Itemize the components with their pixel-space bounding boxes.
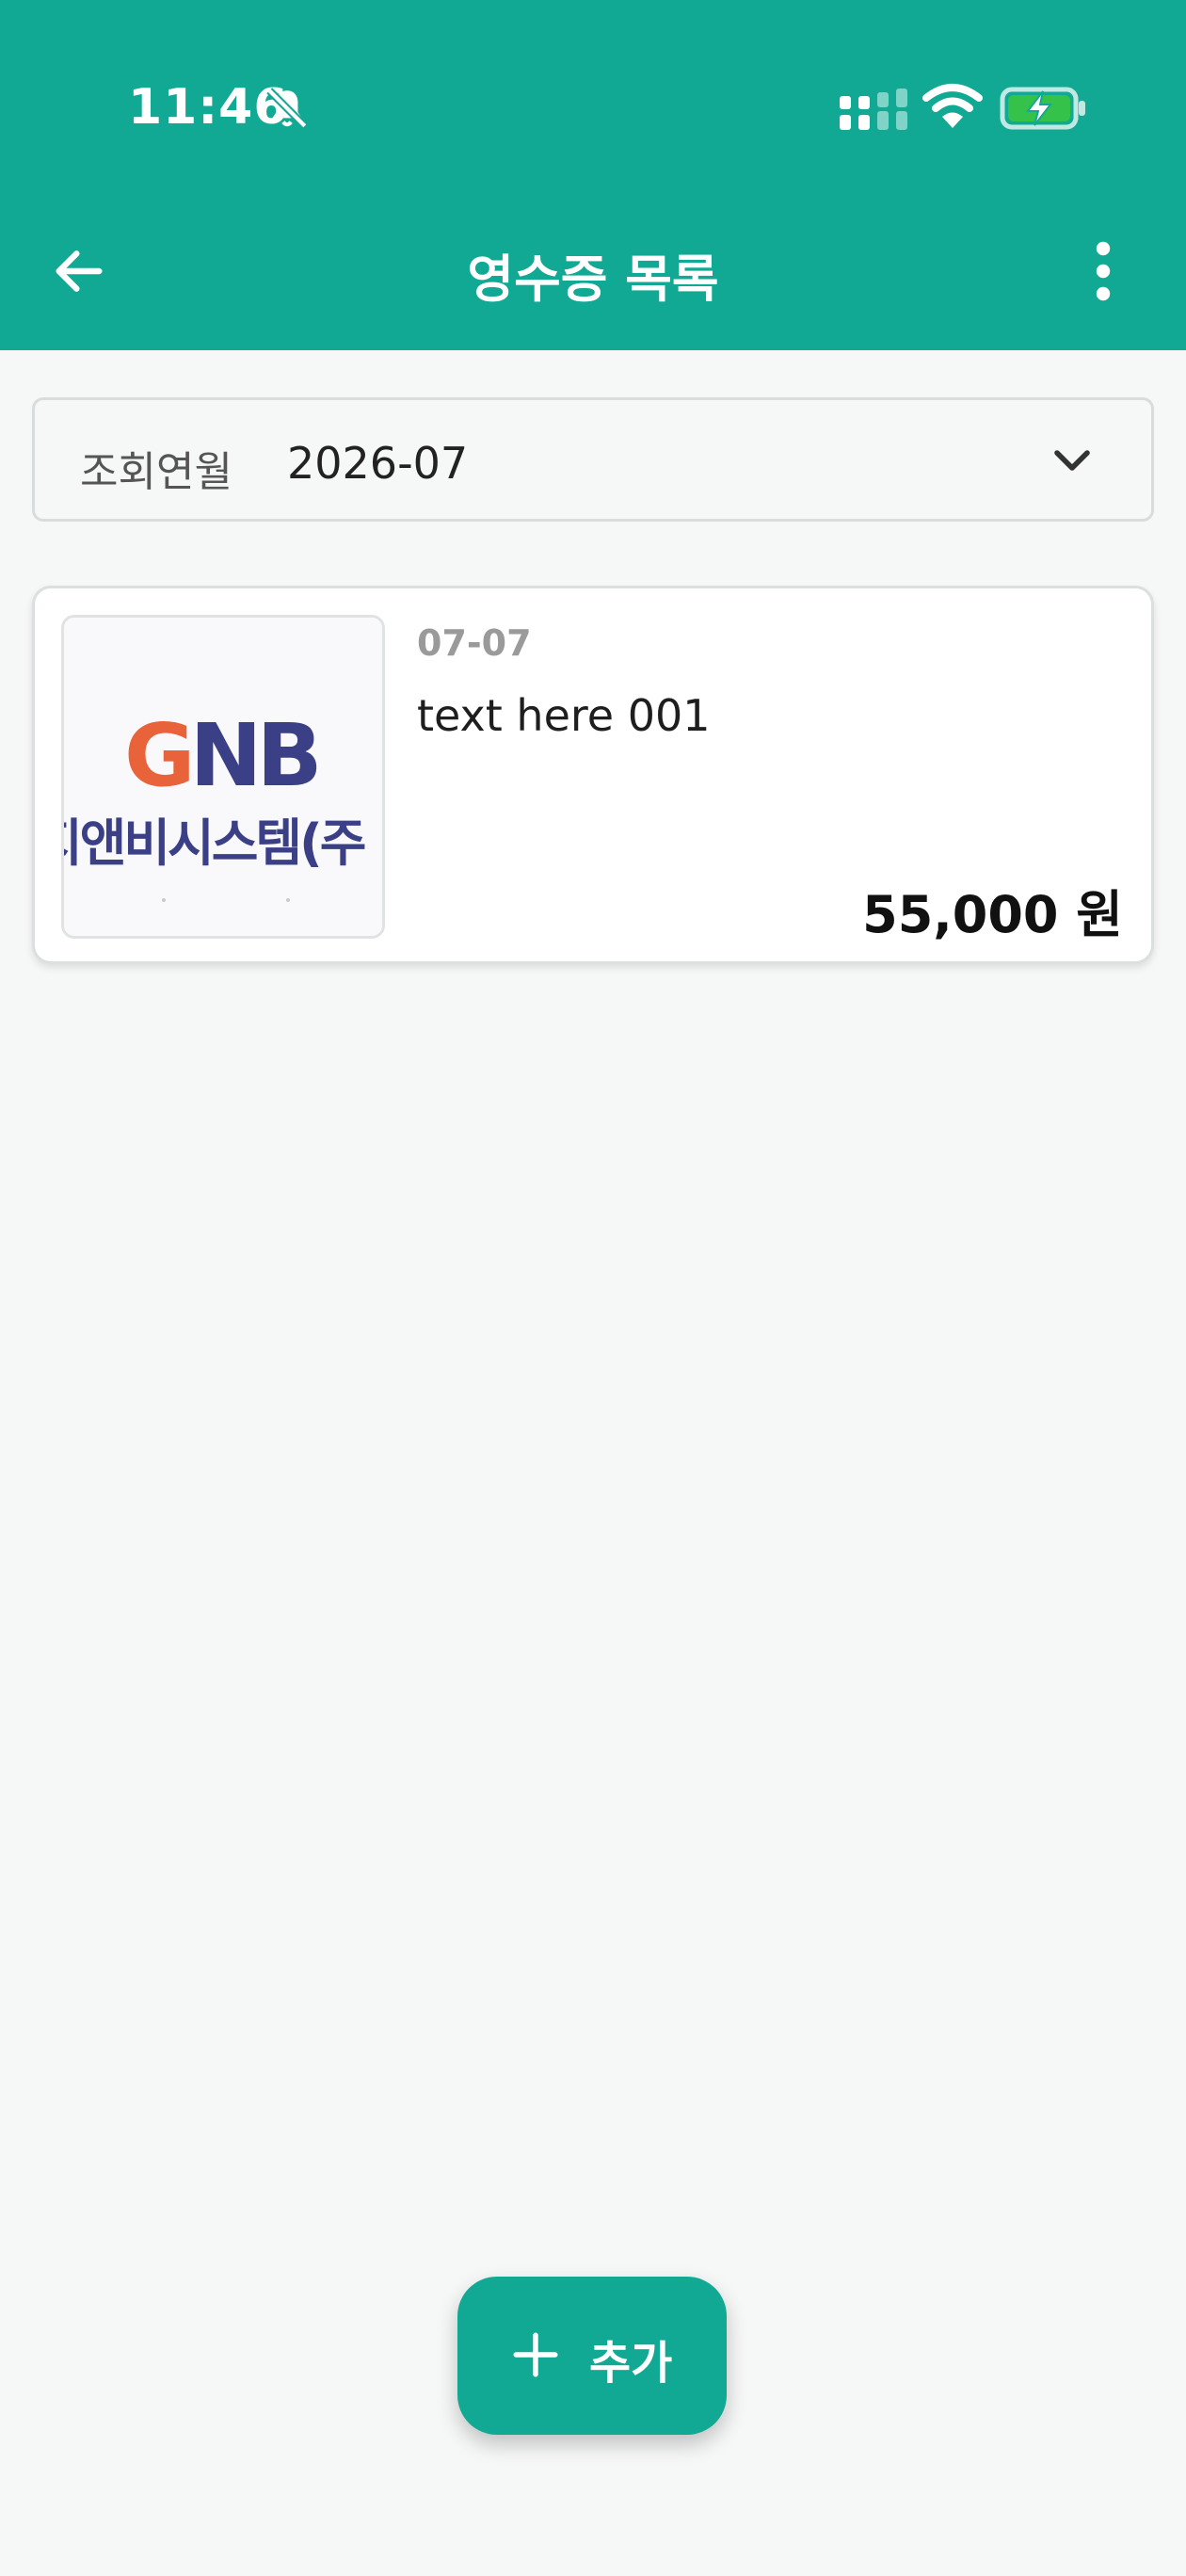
month-filter-dropdown[interactable]: 조회연월 2026-07	[32, 397, 1154, 522]
add-receipt-button[interactable]: 추가	[457, 2277, 727, 2435]
more-vertical-icon[interactable]	[1082, 241, 1124, 301]
receipt-date: 07-07	[417, 622, 532, 664]
thumbnail-logo-text: GNB	[124, 705, 317, 806]
receipt-list-item[interactable]: GNB 지앤비시스템(주 07-07 text here 001 55,000 …	[32, 586, 1154, 964]
thumbnail-caption-text: 지앤비시스템(주	[64, 813, 365, 873]
page-title: 영수증 목록	[467, 250, 719, 309]
plus-icon	[513, 2332, 558, 2377]
signal-icon	[840, 89, 907, 130]
receipt-amount: 55,000 원	[862, 885, 1123, 944]
add-button-label: 추가	[589, 2337, 673, 2390]
chevron-down-icon	[1054, 450, 1090, 471]
month-filter-value: 2026-07	[287, 438, 469, 489]
bell-off-icon	[266, 88, 308, 129]
month-filter-label: 조회연월	[80, 448, 232, 496]
wifi-icon	[922, 84, 983, 128]
receipt-title: text here 001	[417, 690, 711, 741]
app-bar: 11:46 영수증 목록	[0, 0, 1186, 350]
receipt-image: GNB 지앤비시스템(주	[64, 618, 382, 936]
battery-charging-icon	[1000, 87, 1085, 130]
status-bar: 11:46	[0, 0, 1186, 217]
receipt-thumbnail: GNB 지앤비시스템(주	[61, 615, 385, 939]
